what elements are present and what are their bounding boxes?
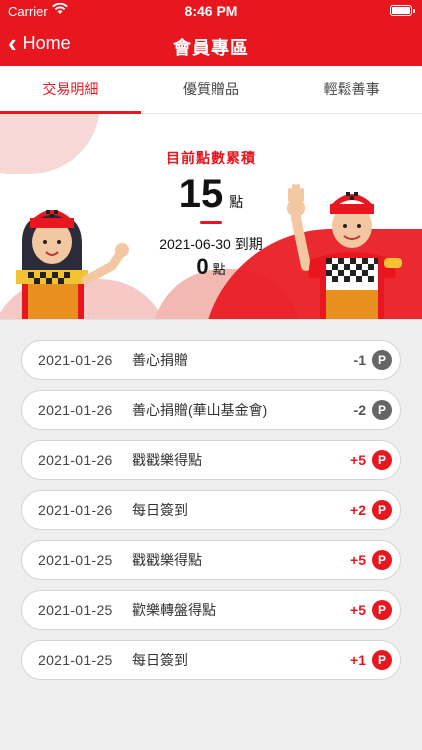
transaction-row[interactable]: 2021-01-26 善心捐贈 -1 P	[21, 340, 401, 380]
nav-bar: ‹ Home 會員專區	[0, 22, 422, 66]
points-unit: 點	[229, 194, 244, 210]
transaction-date: 2021-01-26	[38, 402, 113, 418]
tab-charity[interactable]: 輕鬆善事	[281, 66, 422, 113]
transaction-points: -2	[353, 402, 366, 418]
transaction-row[interactable]: 2021-01-26 戳戳樂得點 +5 P	[21, 440, 401, 480]
transaction-points: +1	[350, 652, 366, 668]
status-bar: Carrier 8:46 PM	[0, 0, 422, 22]
point-coin-icon: P	[372, 450, 392, 470]
tab-transactions[interactable]: 交易明細	[0, 66, 141, 114]
transaction-row[interactable]: 2021-01-25 歡樂轉盤得點 +5 P	[21, 590, 401, 630]
transaction-date: 2021-01-25	[38, 552, 113, 568]
current-points-value: 15	[178, 172, 224, 216]
transaction-desc: 戳戳樂得點	[132, 452, 202, 468]
transaction-desc: 戳戳樂得點	[132, 552, 202, 568]
transaction-desc: 善心捐贈	[132, 352, 188, 368]
transaction-desc: 善心捐贈(華山基金會)	[132, 402, 268, 418]
expiring-points-value: 0	[196, 254, 209, 279]
point-coin-icon: P	[372, 350, 392, 370]
transaction-date: 2021-01-26	[38, 452, 113, 468]
page-title: 會員專區	[173, 38, 249, 58]
transaction-points: +5	[350, 552, 366, 568]
points-banner: 目前點數累積 15 點 2021-06-30 到期 0點	[0, 114, 422, 320]
tab-gifts[interactable]: 優質贈品	[141, 66, 282, 113]
point-coin-icon: P	[372, 550, 392, 570]
expiring-points-unit: 點	[212, 262, 226, 277]
transaction-points: -1	[353, 352, 366, 368]
point-coin-icon: P	[372, 400, 392, 420]
battery-icon	[390, 5, 415, 16]
divider	[200, 221, 222, 224]
transaction-points: +2	[350, 502, 366, 518]
transaction-list: 2021-01-26 善心捐贈 -1 P 2021-01-26 善心捐贈(華山基…	[0, 320, 422, 680]
transaction-desc: 歡樂轉盤得點	[132, 602, 216, 618]
point-coin-icon: P	[372, 650, 392, 670]
transaction-points: +5	[350, 452, 366, 468]
top-bar: Carrier 8:46 PM ‹ Home 會員專區	[0, 0, 422, 66]
transaction-date: 2021-01-26	[38, 502, 113, 518]
points-label: 目前點數累積	[166, 150, 256, 166]
expiring-points: 0點	[100, 254, 322, 280]
tab-bar: 交易明細 優質贈品 輕鬆善事	[0, 66, 422, 114]
transaction-points: +5	[350, 602, 366, 618]
transaction-row[interactable]: 2021-01-26 每日簽到 +2 P	[21, 490, 401, 530]
transaction-date: 2021-01-26	[38, 352, 113, 368]
current-points: 15 點	[100, 172, 322, 217]
transaction-date: 2021-01-25	[38, 652, 113, 668]
expire-date: 2021-06-30 到期	[159, 236, 263, 252]
transaction-date: 2021-01-25	[38, 602, 113, 618]
decor-blob	[0, 114, 100, 174]
points-summary: 目前點數累積 15 點 2021-06-30 到期 0點	[100, 114, 322, 280]
transaction-desc: 每日簽到	[132, 502, 188, 518]
transaction-row[interactable]: 2021-01-25 每日簽到 +1 P	[21, 640, 401, 680]
point-coin-icon: P	[372, 600, 392, 620]
transaction-desc: 每日簽到	[132, 652, 188, 668]
transaction-row[interactable]: 2021-01-25 戳戳樂得點 +5 P	[21, 540, 401, 580]
clock: 8:46 PM	[184, 3, 238, 19]
app-root: Carrier 8:46 PM ‹ Home 會員專區 交易明細 優質贈品 輕鬆…	[0, 0, 422, 750]
point-coin-icon: P	[372, 500, 392, 520]
transaction-row[interactable]: 2021-01-26 善心捐贈(華山基金會) -2 P	[21, 390, 401, 430]
